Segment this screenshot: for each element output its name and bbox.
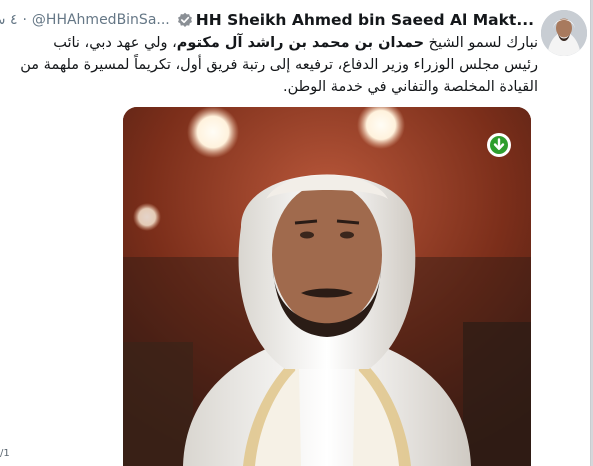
avatar-image — [541, 10, 587, 56]
tweet-text-intro: نبارك لسمو الشيخ — [424, 35, 538, 51]
display-name[interactable]: HH Sheikh Ahmed bin Saeed Al Makt... — [196, 11, 534, 29]
tweet-text: نبارك لسمو الشيخ حمدان بن محمد بن راشد آ… — [18, 32, 538, 98]
tweet-media-image[interactable] — [123, 107, 531, 466]
avatar[interactable] — [541, 10, 587, 56]
separator-dot: · — [22, 12, 27, 28]
edge-page-label: /1 — [0, 448, 10, 459]
user-handle[interactable]: @HHAhmedBinSa... — [32, 12, 170, 28]
mention-name[interactable]: حمدان بن محمد بن راشد آل مكتوم — [177, 35, 424, 51]
tweet-card[interactable]: HH Sheikh Ahmed bin Saeed Al Makt... @HH… — [0, 0, 591, 466]
verified-badge-icon — [177, 12, 193, 28]
portrait-photo — [123, 107, 531, 466]
timestamp[interactable]: ٤ س — [0, 12, 17, 28]
download-icon[interactable] — [487, 133, 511, 157]
tweet-header: HH Sheikh Ahmed bin Saeed Al Makt... @HH… — [0, 8, 534, 32]
